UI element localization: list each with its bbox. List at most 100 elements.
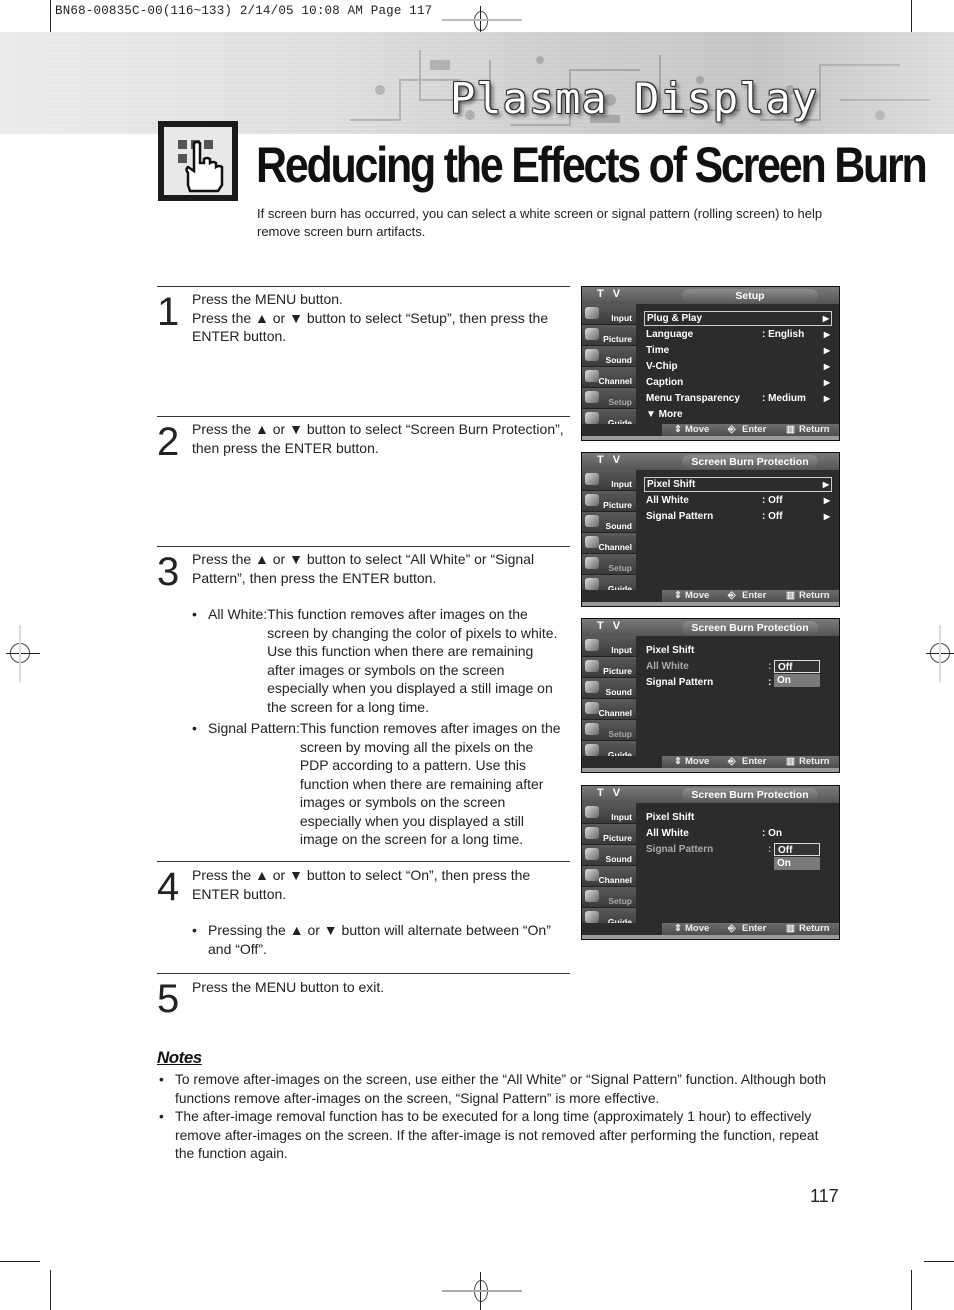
step-line: Press the MENU button. (192, 291, 343, 307)
setup-icon (585, 890, 599, 902)
tv-menu-row[interactable]: All White : On (644, 826, 832, 841)
tv-label: T V (597, 620, 624, 632)
tv-sidebar-item[interactable]: Input (582, 470, 636, 491)
sound-icon (585, 848, 599, 860)
tv-menu-row-value: : Off (762, 495, 783, 506)
step-line: Press the ▲ or ▼ button to select “On”, … (192, 867, 531, 902)
tv-menu-title: Setup (682, 289, 818, 303)
tv-sidebar-item[interactable]: Channel (582, 533, 636, 554)
tv-sidebar-label: Channel (598, 376, 632, 386)
tv-sidebar-item[interactable]: Channel (582, 367, 636, 388)
step-4-text: Press the ▲ or ▼ button to select “On”, … (192, 866, 567, 958)
step-number: 1 (157, 290, 180, 334)
arrow-right-icon: ▶ (823, 330, 830, 339)
page-title: Reducing the Effects of Screen Burn (256, 137, 928, 193)
step-line: Press the ▲ or ▼ button to select “Setup… (192, 309, 549, 345)
tv-menu-row[interactable]: Time ▶ (644, 343, 832, 358)
input-icon (585, 473, 599, 485)
registration-line (442, 1290, 522, 1292)
tv-menu-row-name: Plug & Play (647, 313, 703, 324)
tv-menu-row-value: : On (762, 828, 782, 839)
move-label: Move (685, 590, 710, 601)
channel-icon (585, 536, 599, 548)
sound-icon (585, 681, 599, 693)
tv-footer-bar: ⇕ Move ⎆ Enter ▥ Return (662, 424, 839, 436)
tv-sidebar-item[interactable]: Picture (582, 491, 636, 512)
tv-sidebar-item[interactable]: Sound (582, 512, 636, 533)
dropdown-option[interactable]: On (774, 857, 820, 870)
dropdown-current-option[interactable]: Off (774, 660, 820, 673)
tv-menu-more[interactable]: ▼ More (644, 407, 832, 422)
tv-menu-row[interactable]: Plug & Play ▶ (644, 311, 832, 326)
tv-sidebar-label: Input (611, 812, 632, 822)
tv-sidebar-label: Channel (598, 875, 632, 885)
setup-icon (585, 557, 599, 569)
dropdown-option[interactable]: On (774, 674, 820, 687)
arrow-right-icon: ▶ (823, 378, 830, 387)
arrow-right-icon: ▶ (823, 346, 830, 355)
registration-mark-bottom (470, 1272, 490, 1310)
tv-sidebar-item[interactable]: Picture (582, 824, 636, 845)
tv-label: T V (597, 454, 624, 466)
tv-menu-row[interactable]: V-Chip ▶ (644, 359, 832, 374)
enter-label: Enter (742, 923, 767, 934)
tv-sidebar-label: Channel (598, 708, 632, 718)
step-line: Press the ▲ or ▼ button to select “All W… (192, 551, 535, 586)
picture-icon (585, 827, 599, 839)
tv-menu-screen: T V Screen Burn Protection Input Picture Sou… (581, 452, 840, 607)
tv-sidebar: Input Picture Sound Channel Setup Guide (582, 803, 636, 929)
tv-menu-title: Screen Burn Protection (682, 455, 818, 469)
tv-sidebar-item[interactable]: Setup (582, 720, 636, 741)
tv-sidebar-item[interactable]: Input (582, 304, 636, 325)
tv-menu-row[interactable]: Signal Pattern: Off ▶ (644, 509, 832, 524)
tv-menu-title: Screen Burn Protection (682, 788, 818, 802)
input-icon (585, 806, 599, 818)
tv-sidebar-item[interactable]: Sound (582, 678, 636, 699)
tv-menu-row-name: Menu Transparency (646, 393, 740, 404)
section-title: Plasma Display (450, 74, 819, 123)
tv-menu-row[interactable]: Caption ▶ (644, 375, 832, 390)
registration-line (442, 19, 522, 21)
tv-menu-row[interactable]: Pixel Shift (644, 810, 832, 825)
tv-menu-row-name: Pixel Shift (646, 812, 695, 823)
tv-sidebar-item[interactable]: Picture (582, 325, 636, 346)
enter-icon: ⎆ (728, 590, 736, 601)
arrow-right-icon: ▶ (822, 480, 829, 489)
tv-menu-row[interactable]: Language: English ▶ (644, 327, 832, 342)
tv-menu-row[interactable]: All White: Off ▶ (644, 493, 832, 508)
tv-menu-row-name: All White (646, 495, 689, 506)
tv-sidebar-item[interactable]: Sound (582, 346, 636, 367)
tv-sidebar-item[interactable]: Channel (582, 699, 636, 720)
move-icon: ⇕ (674, 923, 682, 934)
step-line: Press the MENU button to exit. (192, 979, 385, 995)
tv-sidebar-label: Sound (605, 687, 632, 697)
tv-sidebar-label: Sound (605, 521, 632, 531)
channel-icon (585, 869, 599, 881)
channel-icon (585, 702, 599, 714)
tv-menu-row[interactable]: Menu Transparency: Medium ▶ (644, 391, 832, 406)
intro-text: If screen burn has occurred, you can sel… (257, 206, 823, 239)
tv-sidebar-item[interactable]: Sound (582, 845, 636, 866)
tv-sidebar-item[interactable]: Input (582, 803, 636, 824)
tv-sidebar: Input Picture Sound Channel Setup Guide (582, 636, 636, 762)
tv-menu-row[interactable]: Pixel Shift ▶ (644, 477, 832, 492)
tv-menu-row[interactable]: Pixel Shift (644, 643, 832, 658)
tv-menu-row-name: All White (646, 828, 689, 839)
tv-sidebar-label: Input (611, 479, 632, 489)
step-number: 3 (157, 550, 180, 594)
note-item: To remove after-images on the screen, us… (157, 1071, 827, 1108)
setup-icon (585, 391, 599, 403)
bullet-signal-pattern: Signal Pattern: This function removes af… (192, 719, 564, 849)
crop-mark (0, 1261, 40, 1262)
tv-sidebar-item[interactable]: Channel (582, 866, 636, 887)
tv-sidebar-item[interactable]: Setup (582, 388, 636, 409)
tv-sidebar-item[interactable]: Setup (582, 554, 636, 575)
arrow-right-icon: ▶ (822, 314, 829, 323)
tv-sidebar-item[interactable]: Picture (582, 657, 636, 678)
step-1-text: Press the MENU button. Press the ▲ or ▼ … (192, 290, 567, 346)
tv-sidebar-item[interactable]: Setup (582, 887, 636, 908)
dropdown-current-option[interactable]: Off (774, 843, 820, 856)
move-icon: ⇕ (674, 424, 682, 435)
step-divider (157, 973, 570, 974)
tv-sidebar-item[interactable]: Input (582, 636, 636, 657)
